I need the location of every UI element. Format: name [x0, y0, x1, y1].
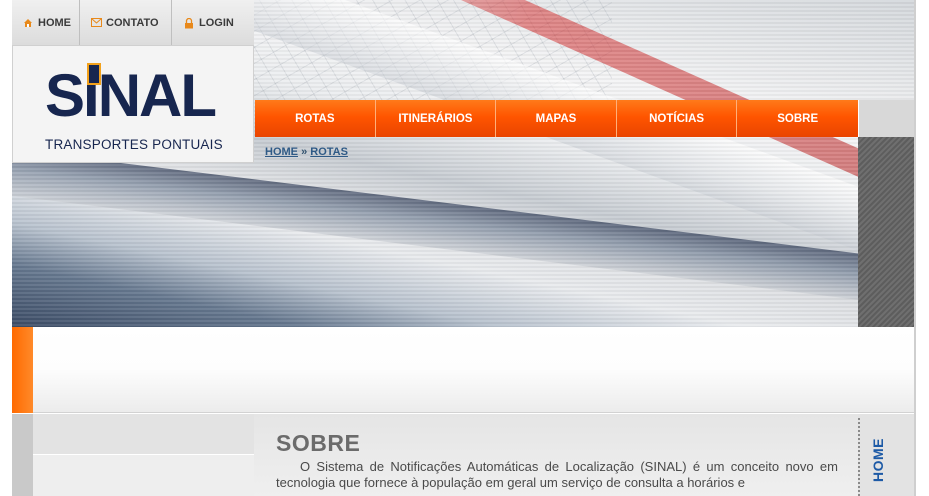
lock-icon: [184, 17, 194, 28]
site-logo[interactable]: SINAL TRANSPORTES PONTUAIS: [12, 45, 254, 163]
sidebar-box: [33, 454, 254, 496]
top-link-login-label: LOGIN: [199, 16, 234, 29]
side-vertical-label: HOME: [870, 438, 886, 482]
nav-item-mapas[interactable]: MAPAS: [496, 100, 617, 137]
content-divider: [858, 418, 860, 496]
home-icon: [23, 18, 33, 28]
nav-item-noticias[interactable]: NOTÍCIAS: [616, 100, 738, 137]
top-link-contato-label: CONTATO: [106, 16, 159, 29]
lower-left-bar: [12, 414, 33, 496]
breadcrumb-home-link[interactable]: HOME: [265, 146, 298, 158]
top-link-home-label: HOME: [38, 16, 71, 29]
content-paragraph: O Sistema de Notificações Automáticas de…: [276, 459, 838, 490]
envelope-icon: [91, 17, 102, 28]
content-header-band: [12, 327, 915, 413]
content-title: SOBRE: [276, 430, 361, 456]
logo-i-mark: [87, 63, 101, 85]
nav-item-rotas[interactable]: ROTAS: [255, 100, 376, 137]
nav-item-sobre[interactable]: SOBRE: [737, 100, 858, 137]
logo-subtitle: TRANSPORTES PONTUAIS: [45, 137, 223, 152]
top-links-bar: HOME CONTATO LOGIN: [12, 0, 254, 45]
nav-item-itinerarios[interactable]: ITINERÁRIOS: [375, 100, 497, 137]
main-nav: ROTAS ITINERÁRIOS MAPAS NOTÍCIAS SOBRE: [255, 100, 858, 137]
orange-accent-bar: [12, 327, 33, 413]
top-link-login[interactable]: LOGIN: [172, 0, 254, 45]
top-link-contato[interactable]: CONTATO: [80, 0, 172, 45]
breadcrumb-separator: »: [301, 146, 308, 158]
logo-wordmark: SINAL: [45, 62, 217, 129]
breadcrumb-current-link[interactable]: ROTAS: [310, 146, 348, 158]
main-content: SOBRE O Sistema de Notificações Automáti…: [254, 414, 858, 496]
breadcrumb: HOME » ROTAS: [265, 146, 348, 158]
page-right-border: [914, 0, 916, 496]
right-hatched-edge: [858, 137, 915, 327]
right-corner-block: [858, 100, 915, 137]
top-link-home[interactable]: HOME: [12, 0, 80, 45]
